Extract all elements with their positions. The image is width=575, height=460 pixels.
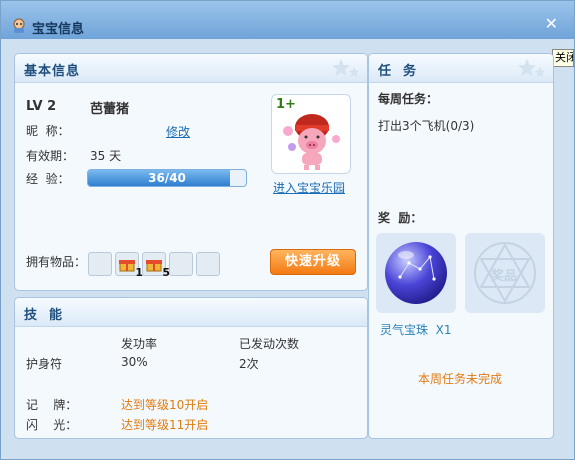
skills-header: 技 能	[15, 298, 367, 327]
tasks-heading: 任 务	[378, 64, 418, 79]
close-tooltip: 关闭	[552, 49, 574, 67]
exp-progress-bar: 36/40	[87, 169, 247, 187]
skill-status: 达到等级10开启	[121, 398, 209, 412]
title-bar[interactable]: 宝宝信息 ✕	[1, 1, 574, 39]
validity-value: 35 天	[90, 149, 122, 163]
tasks-header: 任 务	[369, 54, 553, 83]
enter-park-link[interactable]: 进入宝宝乐园	[273, 179, 345, 196]
item-slot[interactable]	[88, 252, 112, 276]
rename-link[interactable]: 修改	[166, 123, 190, 140]
weekly-task-label: 每周任务：	[378, 92, 439, 106]
item-slot[interactable]: 1	[115, 252, 143, 279]
pet-info-window: 宝宝信息 ✕ 关闭 基本信息 LV 2 芭蕾猪 昵 称： 修改 有效期： 35 …	[0, 0, 575, 460]
skill-name: 记 牌：	[26, 398, 78, 412]
pet-avatar-icon	[13, 18, 25, 33]
skill-rate: 30%	[121, 355, 148, 369]
basic-info-header: 基本信息	[15, 54, 367, 83]
item-slot[interactable]	[196, 252, 220, 276]
skill-name: 护身符	[26, 357, 63, 371]
items-label: 拥有物品：	[26, 255, 87, 269]
skill-name: 闪 光：	[26, 418, 78, 432]
window-title: 宝宝信息	[32, 22, 85, 37]
quick-upgrade-button[interactable]: 快速升级	[270, 249, 356, 275]
item-slot[interactable]	[169, 252, 193, 276]
pet-portrait[interactable]: 1+	[271, 94, 351, 174]
stars-decoration-icon	[332, 59, 359, 77]
item-slot[interactable]: 5	[142, 252, 170, 279]
pet-badge: 1+	[276, 97, 296, 112]
spirit-orb-icon	[385, 242, 447, 304]
skill-count: 2次	[239, 357, 259, 371]
pet-level: LV 2	[26, 99, 57, 114]
nickname-label: 昵 称：	[26, 124, 70, 138]
validity-label: 有效期：	[26, 149, 75, 163]
close-button[interactable]: ✕	[545, 14, 558, 33]
exp-label: 经 验：	[26, 172, 70, 186]
pet-name: 芭蕾猪	[90, 102, 130, 117]
weekly-task-text: 打出3个飞机(0/3)	[378, 119, 475, 133]
reward-placeholder-label: 奖品	[491, 269, 518, 284]
reward-item-slot[interactable]	[376, 233, 456, 313]
skills-heading: 技 能	[24, 308, 64, 323]
basic-info-heading: 基本信息	[24, 64, 81, 79]
exp-progress-text: 36/40	[148, 171, 186, 185]
reward-label: 奖 励：	[378, 211, 423, 225]
skill-status: 达到等级11开启	[121, 418, 209, 432]
stars-decoration-icon	[518, 59, 545, 77]
reward-item-name: 灵气宝珠 X1	[380, 323, 452, 337]
reward-placeholder-slot: 奖品	[465, 233, 545, 313]
skills-col-count: 已发动次数	[239, 337, 300, 351]
task-status: 本周任务未完成	[418, 372, 503, 386]
skills-col-rate: 发功率	[121, 337, 158, 351]
